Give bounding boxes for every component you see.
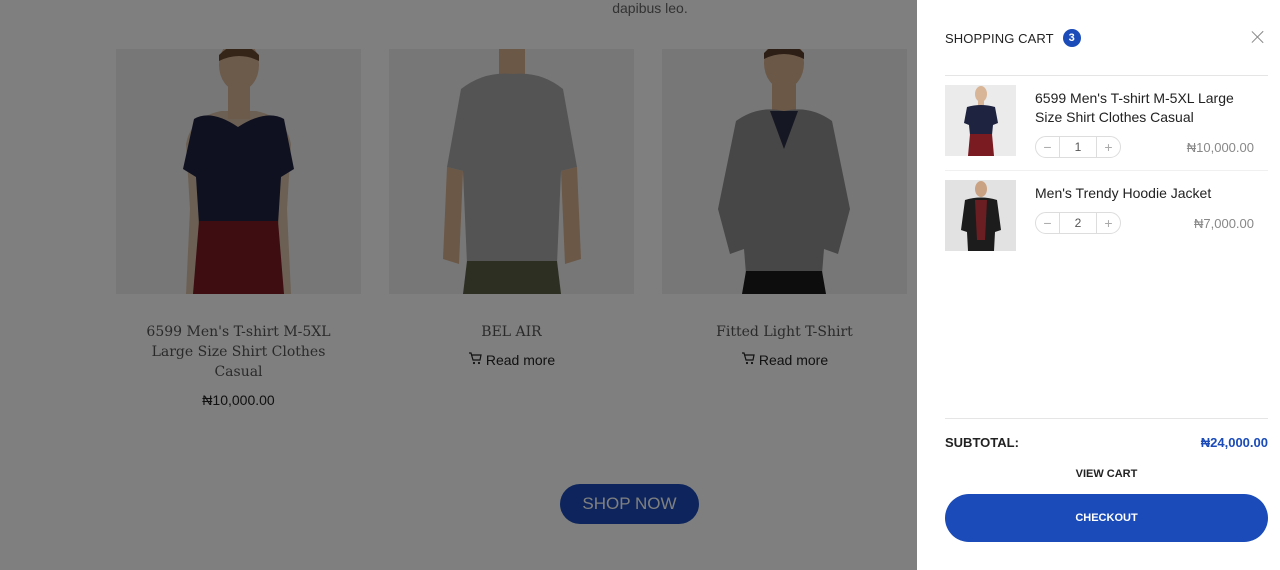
subtotal-row: SUBTOTAL: ₦24,000.00 [945,435,1268,450]
quantity-value[interactable]: 1 [1059,137,1097,157]
quantity-stepper[interactable]: − 1 + [1035,136,1121,158]
quantity-value[interactable]: 2 [1059,213,1097,233]
cart-drawer: SHOPPING CART 3 6599 Men's T-shirt M-5XL… [917,0,1280,570]
modal-overlay[interactable] [0,0,917,570]
divider [945,170,1268,171]
close-icon[interactable] [1251,30,1265,44]
cart-item-image[interactable] [945,85,1016,156]
cart-count-badge: 3 [1062,29,1081,47]
minus-icon[interactable]: − [1036,213,1059,233]
plus-icon[interactable]: + [1097,213,1120,233]
subtotal-value: ₦24,000.00 [1200,435,1268,450]
cart-item-price: ₦7,000.00 [1194,216,1254,231]
cart-item-name[interactable]: 6599 Men's T-shirt M-5XL Large Size Shir… [1035,89,1260,127]
cart-title: SHOPPING CART [945,30,1054,46]
divider [945,75,1268,76]
cart-item: Men's Trendy Hoodie Jacket − 2 + ₦7,000.… [945,180,1268,252]
quantity-stepper[interactable]: − 2 + [1035,212,1121,234]
minus-icon[interactable]: − [1036,137,1059,157]
cart-item-price: ₦10,000.00 [1186,140,1254,155]
cart-item-name[interactable]: Men's Trendy Hoodie Jacket [1035,184,1260,203]
plus-icon[interactable]: + [1097,137,1120,157]
view-cart-link[interactable]: VIEW CART [945,468,1268,480]
subtotal-label: SUBTOTAL: [945,435,1019,450]
divider [945,418,1268,419]
cart-header: SHOPPING CART 3 [945,28,1268,48]
cart-item: 6599 Men's T-shirt M-5XL Large Size Shir… [945,85,1268,165]
checkout-button[interactable]: CHECKOUT [945,494,1268,542]
cart-item-image[interactable] [945,180,1016,251]
